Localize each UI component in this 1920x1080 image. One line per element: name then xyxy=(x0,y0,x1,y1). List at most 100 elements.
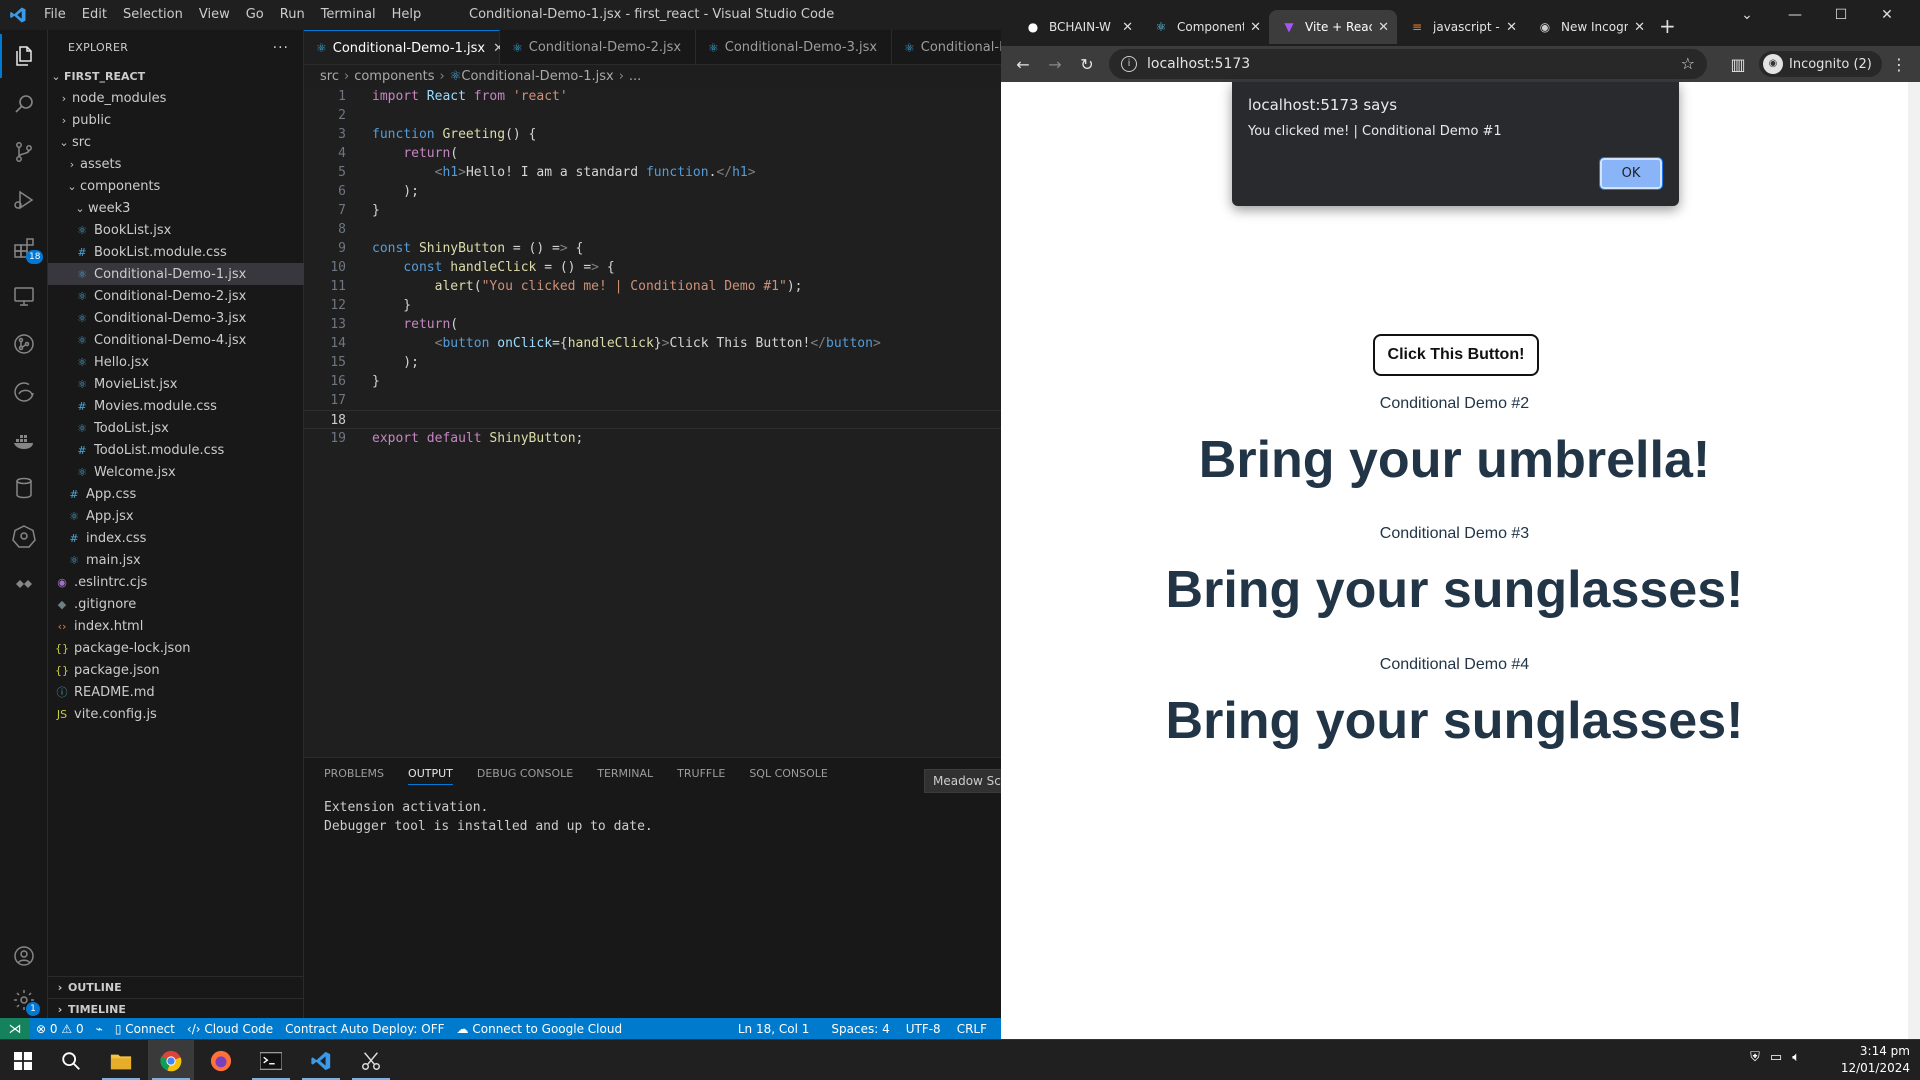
forward-icon[interactable]: → xyxy=(1043,52,1067,76)
file-item[interactable]: ⓘ README.md xyxy=(48,681,304,703)
close-tab-icon[interactable]: ✕ xyxy=(1122,20,1133,35)
close-tab-icon[interactable]: ✕ xyxy=(1378,20,1389,35)
menu-go[interactable]: Go xyxy=(238,0,272,30)
page-scrollbar[interactable] xyxy=(1908,82,1920,1039)
indentation[interactable]: Spaces: 4 xyxy=(825,1022,899,1036)
breadcrumb-item[interactable]: Conditional-Demo-1.jsx xyxy=(461,69,613,84)
code-editor[interactable]: 1 import React from 'react' 2 3 function Gre… xyxy=(304,87,1001,757)
folder-item[interactable]: ⌄ src xyxy=(48,131,304,153)
chrome-icon[interactable] xyxy=(148,1040,194,1080)
browser-tab[interactable]: ◉ New Incogn ✕ xyxy=(1525,10,1653,44)
breadcrumb-item[interactable]: components xyxy=(354,69,434,84)
search-icon[interactable] xyxy=(48,1040,94,1080)
close-tab-icon[interactable]: ✕ xyxy=(1634,20,1645,35)
terminal-icon[interactable] xyxy=(248,1040,294,1080)
workspace-root[interactable]: ⌄ FIRST_REACT xyxy=(48,65,304,87)
broadcast-icon[interactable]: ⌁ xyxy=(90,1022,109,1036)
file-item[interactable]: JS vite.config.js xyxy=(48,703,304,725)
cloud-code-status[interactable]: ‹/› Cloud Code xyxy=(181,1022,279,1036)
problems-status[interactable]: ⊗ 0 ⚠ 0 xyxy=(30,1022,90,1036)
menu-terminal[interactable]: Terminal xyxy=(313,0,384,30)
folder-item[interactable]: › public xyxy=(48,109,304,131)
editor-tab[interactable]: ⚛ Conditional-Demo-3.jsx xyxy=(696,30,892,64)
edge-devtools-icon[interactable] xyxy=(0,370,48,414)
menu-edit[interactable]: Edit xyxy=(74,0,115,30)
firefox-icon[interactable] xyxy=(198,1040,244,1080)
minimize-icon[interactable]: — xyxy=(1772,0,1818,30)
bookmark-star-icon[interactable]: ☆ xyxy=(1681,54,1695,73)
source-control-icon[interactable] xyxy=(0,130,48,174)
close-window-icon[interactable]: ✕ xyxy=(1864,0,1910,30)
volume-icon[interactable]: 🔈︎ xyxy=(1792,1050,1800,1065)
explorer-icon[interactable] xyxy=(0,34,48,78)
menu-selection[interactable]: Selection xyxy=(115,0,191,30)
menu-view[interactable]: View xyxy=(191,0,238,30)
live-share-icon[interactable] xyxy=(0,562,48,606)
breadcrumb-item[interactable]: src xyxy=(320,69,339,84)
new-tab-icon[interactable]: + xyxy=(1659,14,1676,38)
network-icon[interactable]: ▭ xyxy=(1770,1050,1782,1065)
search-icon[interactable] xyxy=(0,82,48,126)
line-ending[interactable]: CRLF xyxy=(951,1022,1001,1036)
file-item[interactable]: {} package-lock.json xyxy=(48,637,304,659)
file-item[interactable]: ⚛ App.jsx xyxy=(48,505,304,527)
panel-tab-problems[interactable]: PROBLEMS xyxy=(324,767,384,784)
timeline-section[interactable]: › TIMELINE xyxy=(48,998,304,1020)
windows-start-icon[interactable] xyxy=(0,1040,46,1080)
file-item[interactable]: # BookList.module.css xyxy=(48,241,304,263)
file-item[interactable]: ⚛ BookList.jsx xyxy=(48,219,304,241)
address-bar[interactable]: i localhost:5173 ☆ xyxy=(1109,49,1707,79)
cursor-position[interactable]: Ln 18, Col 1 xyxy=(732,1022,826,1036)
file-item[interactable]: ⚛ MovieList.jsx xyxy=(48,373,304,395)
file-item[interactable]: # Movies.module.css xyxy=(48,395,304,417)
file-item[interactable]: ⚛ main.jsx xyxy=(48,549,304,571)
panel-tab-truffle[interactable]: TRUFFLE xyxy=(677,767,725,784)
close-tab-icon[interactable]: ✕ xyxy=(1506,20,1517,35)
file-item[interactable]: ⚛ Hello.jsx xyxy=(48,351,304,373)
file-item[interactable]: ◉ .eslintrc.cjs xyxy=(48,571,304,593)
chrome-menu-icon[interactable]: ⋮ xyxy=(1887,52,1911,76)
file-item[interactable]: ⚛ Welcome.jsx xyxy=(48,461,304,483)
more-actions-icon[interactable]: ··· xyxy=(273,40,289,56)
breadcrumb-item[interactable]: ... xyxy=(629,69,641,84)
run-debug-icon[interactable] xyxy=(0,178,48,222)
folder-item[interactable]: › node_modules xyxy=(48,87,304,109)
close-tab-icon[interactable]: ✕ xyxy=(1250,20,1261,35)
file-item[interactable]: ⚛ Conditional-Demo-1.jsx xyxy=(48,263,304,285)
file-item[interactable]: ◆ .gitignore xyxy=(48,593,304,615)
editor-tab[interactable]: ⚛ Conditional-D xyxy=(892,30,1001,64)
settings-gear-icon[interactable]: 1 xyxy=(0,978,48,1022)
windows-security-icon[interactable]: ⛨ xyxy=(1750,1050,1760,1065)
file-item[interactable]: ⚛ Conditional-Demo-2.jsx xyxy=(48,285,304,307)
maximize-icon[interactable]: ☐ xyxy=(1818,0,1864,30)
browser-tab[interactable]: ● BCHAIN-W ✕ xyxy=(1013,10,1141,44)
output-channel-select[interactable]: Meadow Sc xyxy=(924,769,1001,793)
remote-indicator-icon[interactable]: ⋊ xyxy=(0,1018,30,1039)
connect-status[interactable]: ▯ Connect xyxy=(109,1022,181,1036)
extensions-icon[interactable]: 18 xyxy=(0,226,48,270)
folder-item[interactable]: › assets xyxy=(48,153,304,175)
vscode-icon[interactable] xyxy=(298,1040,344,1080)
incognito-profile-button[interactable]: ◉ Incognito (2) xyxy=(1759,51,1882,77)
kubernetes-icon[interactable] xyxy=(0,514,48,558)
clock[interactable]: 3:14 pm 12/01/2024 xyxy=(1810,1043,1910,1077)
account-icon[interactable] xyxy=(0,934,48,978)
file-item[interactable]: ⚛ TodoList.jsx xyxy=(48,417,304,439)
git-lens-icon[interactable] xyxy=(0,322,48,366)
editor-tab[interactable]: ⚛ Conditional-Demo-1.jsx ✕ xyxy=(304,30,504,64)
browser-tab[interactable]: ⚛ Component ✕ xyxy=(1141,10,1269,44)
click-this-button[interactable]: Click This Button! xyxy=(1373,334,1539,376)
file-item[interactable]: # App.css xyxy=(48,483,304,505)
remote-explorer-icon[interactable] xyxy=(0,274,48,318)
docker-icon[interactable] xyxy=(0,418,48,462)
panel-tab-sql-console[interactable]: SQL CONSOLE xyxy=(749,767,828,784)
editor-tab[interactable]: ⚛ Conditional-Demo-2.jsx xyxy=(500,30,696,64)
panel-tab-debug-console[interactable]: DEBUG CONSOLE xyxy=(477,767,573,784)
menu-help[interactable]: Help xyxy=(384,0,430,30)
reload-icon[interactable]: ↻ xyxy=(1075,52,1099,76)
outline-section[interactable]: › OUTLINE xyxy=(48,976,304,998)
file-item[interactable]: ⚛ Conditional-Demo-3.jsx xyxy=(48,307,304,329)
menu-run[interactable]: Run xyxy=(272,0,313,30)
file-item[interactable]: # index.css xyxy=(48,527,304,549)
file-item[interactable]: ‹› index.html xyxy=(48,615,304,637)
